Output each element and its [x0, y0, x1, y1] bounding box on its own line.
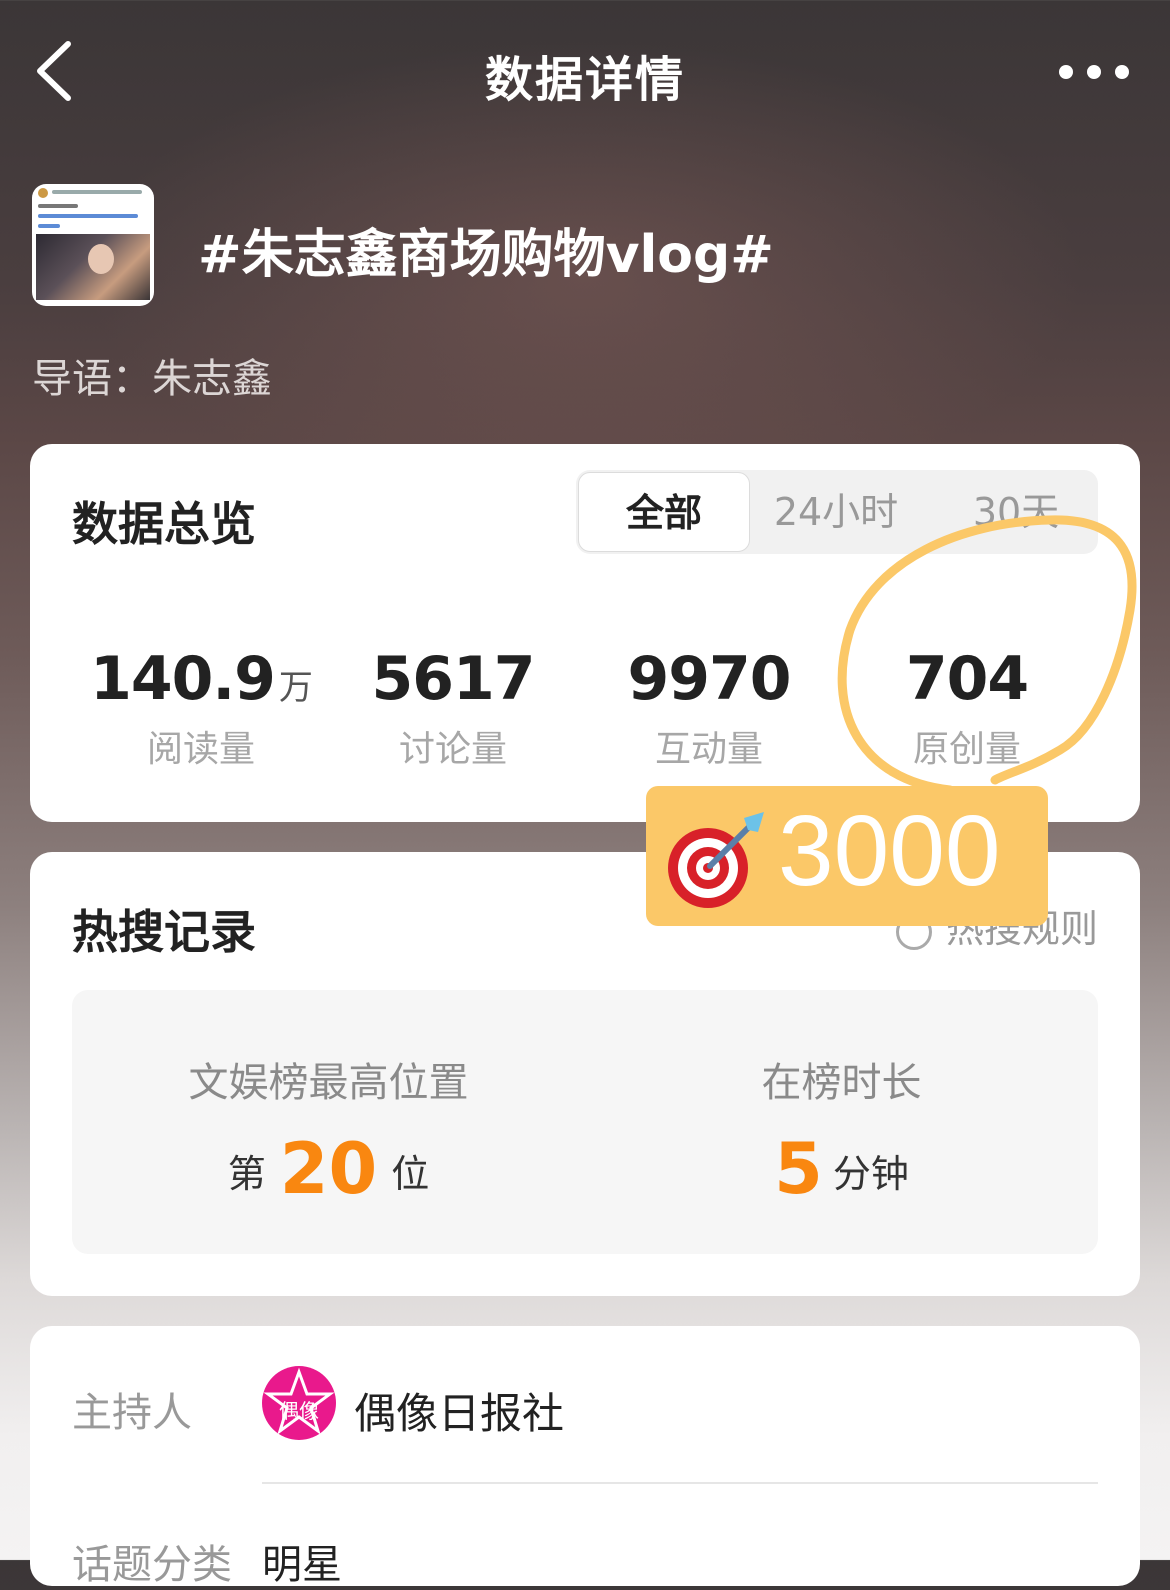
page-title: 数据详情	[484, 52, 685, 108]
stat-value: 140.9 万	[86, 644, 316, 714]
host-label: 主持人	[72, 1390, 192, 1436]
navigation-bar: 数据详情	[0, 0, 1170, 140]
best-position-label: 文娱榜最高位置	[188, 1060, 469, 1106]
best-position: 文娱榜最高位置 第 20 位	[72, 1050, 585, 1210]
topic-title: #朱志鑫商场购物vlog#	[198, 225, 774, 285]
on-list-duration: 在榜时长 5 分钟	[585, 1050, 1098, 1210]
position-suffix: 位	[391, 1152, 430, 1196]
star-logo-icon: 偶像	[263, 1367, 335, 1435]
overview-title: 数据总览	[72, 497, 256, 551]
hot-search-stats: 文娱榜最高位置 第 20 位 在榜时长 5 分钟	[72, 990, 1098, 1254]
thumbnail-text-line	[38, 204, 78, 208]
reads-value: 140.9	[90, 644, 276, 714]
reads-unit: 万	[278, 668, 313, 708]
duration-label: 在榜时长	[761, 1060, 922, 1106]
host-avatar[interactable]: 偶像	[262, 1366, 336, 1440]
position-number: 20	[279, 1128, 378, 1210]
thumbnail-header	[38, 188, 148, 198]
stat-label: 互动量	[654, 729, 763, 770]
position-prefix: 第	[227, 1152, 266, 1196]
thumbnail-photo	[36, 234, 150, 300]
more-options-icon[interactable]	[1058, 64, 1130, 80]
thumbnail-text-line	[38, 224, 60, 228]
topic-info-card: 主持人 偶像 偶像日报社 话题分类 明星	[30, 1326, 1140, 1588]
topic-thumbnail[interactable]	[32, 184, 154, 306]
hot-search-title: 热搜记录	[72, 905, 256, 959]
category-label: 话题分类	[72, 1542, 232, 1588]
host-avatar-text: 偶像	[279, 1399, 319, 1423]
category-value: 明星	[262, 1542, 342, 1588]
tab-all[interactable]: 全部	[578, 472, 750, 552]
thumbnail-text-line	[38, 214, 138, 218]
stat-reads: 140.9 万 阅读量	[86, 644, 316, 772]
thumbnail-face	[88, 244, 114, 274]
stat-label: 讨论量	[398, 729, 507, 770]
host-name[interactable]: 偶像日报社	[354, 1380, 564, 1441]
duration-number: 5	[774, 1128, 823, 1210]
topic-intro: 导语：朱志鑫	[32, 356, 272, 402]
stat-interactions: 9970 互动量	[594, 644, 824, 772]
stat-value: 5617	[371, 644, 536, 714]
divider	[262, 1482, 1098, 1484]
goal-sticker: 3000	[646, 786, 1048, 926]
dart-target-icon	[668, 812, 764, 908]
duration-value: 5 分钟	[585, 1128, 1098, 1210]
stat-value: 9970	[627, 644, 792, 714]
duration-suffix: 分钟	[832, 1152, 909, 1196]
goal-number: 3000	[778, 795, 1001, 907]
stat-label: 阅读量	[146, 729, 255, 770]
stat-discussions: 5617 讨论量	[338, 644, 568, 772]
best-position-value: 第 20 位	[72, 1128, 585, 1210]
hand-drawn-circle-annotation	[837, 515, 1137, 795]
